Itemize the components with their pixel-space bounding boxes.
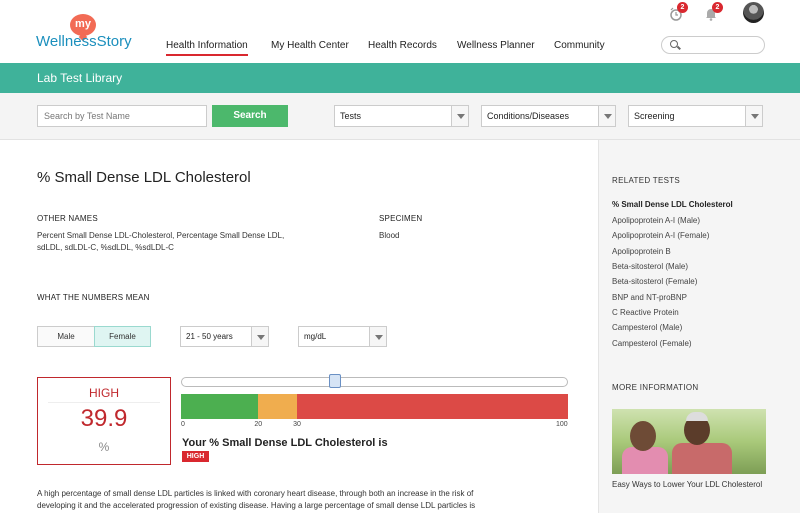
related-test-link[interactable]: % Small Dense LDL Cholesterol: [612, 200, 733, 209]
alarm-badge: 2: [677, 2, 688, 13]
sidebar: RELATED TESTS % Small Dense LDL Choleste…: [598, 140, 800, 513]
bell-badge: 2: [712, 2, 723, 13]
result-divider: [48, 402, 160, 403]
other-names-line-1: Percent Small Dense LDL-Cholesterol, Per…: [37, 231, 285, 240]
avatar[interactable]: [743, 2, 764, 23]
gender-male-button[interactable]: Male: [37, 326, 95, 347]
chevron-down-icon: [451, 106, 468, 126]
age-range-dropdown[interactable]: 21 - 50 years: [180, 326, 269, 347]
other-names-label: OTHER NAMES: [37, 214, 98, 223]
top-header: my WellnessStory Health Information My H…: [0, 0, 800, 63]
range-tick: 0: [181, 421, 185, 428]
search-button[interactable]: Search: [212, 105, 288, 127]
range-tick: 20: [254, 421, 263, 428]
section-banner: Lab Test Library: [0, 63, 800, 93]
conditions-dropdown[interactable]: Conditions/Diseases: [481, 105, 616, 127]
search-icon: [670, 40, 678, 48]
range-tick: 30: [293, 421, 301, 428]
article-image[interactable]: [612, 409, 766, 474]
your-result-text: Your % Small Dense LDL Cholesterol is: [182, 437, 388, 449]
related-test-link[interactable]: Campesterol (Male): [612, 323, 682, 332]
logo[interactable]: my WellnessStory: [36, 14, 146, 54]
tests-dropdown[interactable]: Tests: [334, 105, 469, 127]
numbers-mean-label: WHAT THE NUMBERS MEAN: [37, 293, 150, 302]
more-info-heading: MORE INFORMATION: [612, 383, 699, 392]
other-names-line-2: sdLDL, sdLDL-C, %sdLDL, %sdLDL-C: [37, 243, 174, 252]
filter-bar: Search Tests Conditions/Diseases Screeni…: [0, 93, 800, 140]
related-tests-heading: RELATED TESTS: [612, 176, 681, 185]
unit-value: mg/dL: [304, 332, 327, 341]
result-value: 39.9: [80, 405, 128, 432]
nav-health-information[interactable]: Health Information: [166, 40, 248, 56]
page-title: % Small Dense LDL Cholesterol: [37, 169, 251, 186]
nav-health-records[interactable]: Health Records: [368, 40, 437, 51]
chevron-down-icon: [369, 327, 386, 346]
related-test-link[interactable]: Beta-sitosterol (Male): [612, 262, 688, 271]
description-line-2: developing it and the accelerated progre…: [37, 501, 476, 510]
chevron-down-icon: [251, 327, 268, 346]
unit-dropdown[interactable]: mg/dL: [298, 326, 387, 347]
nav-community[interactable]: Community: [554, 40, 605, 51]
screening-dropdown-value: Screening: [634, 111, 675, 121]
result-slider-thumb[interactable]: [329, 374, 342, 388]
related-test-link[interactable]: Apolipoprotein A-I (Male): [612, 216, 700, 225]
range-borderline: [258, 394, 298, 419]
tests-dropdown-value: Tests: [340, 111, 362, 121]
range-high: [297, 394, 568, 419]
test-search-input[interactable]: [37, 105, 207, 127]
age-range-value: 21 - 50 years: [186, 332, 233, 341]
logo-text: WellnessStory: [36, 33, 132, 50]
specimen-label: SPECIMEN: [379, 214, 423, 223]
related-test-link[interactable]: C Reactive Protein: [612, 308, 679, 317]
result-level: HIGH: [89, 386, 119, 400]
nav-wellness-planner[interactable]: Wellness Planner: [457, 40, 535, 51]
result-unit: %: [98, 440, 110, 454]
top-search-input[interactable]: [661, 36, 765, 54]
range-normal: [181, 394, 259, 419]
article-caption-link[interactable]: Easy Ways to Lower Your LDL Cholesterol: [612, 479, 772, 491]
conditions-dropdown-value: Conditions/Diseases: [487, 111, 570, 121]
specimen-value: Blood: [379, 231, 400, 240]
nav-my-health-center[interactable]: My Health Center: [271, 40, 349, 51]
screening-dropdown[interactable]: Screening: [628, 105, 763, 127]
range-tick: 100: [556, 421, 568, 428]
banner-title: Lab Test Library: [37, 71, 123, 85]
range-bar: [181, 394, 568, 419]
related-test-link[interactable]: BNP and NT-proBNP: [612, 293, 687, 302]
gender-female-button[interactable]: Female: [94, 326, 151, 347]
result-slider-track[interactable]: [181, 377, 568, 387]
status-badge: HIGH: [182, 451, 209, 462]
related-test-link[interactable]: Apolipoprotein A-I (Female): [612, 231, 709, 240]
result-box: HIGH 39.9 %: [37, 377, 171, 465]
chevron-down-icon: [745, 106, 762, 126]
related-test-link[interactable]: Beta-sitosterol (Female): [612, 277, 697, 286]
related-test-link[interactable]: Campesterol (Female): [612, 339, 692, 348]
chevron-down-icon: [598, 106, 615, 126]
description-line-1: A high percentage of small dense LDL par…: [37, 489, 474, 498]
related-test-link[interactable]: Apolipoprotein B: [612, 247, 671, 256]
